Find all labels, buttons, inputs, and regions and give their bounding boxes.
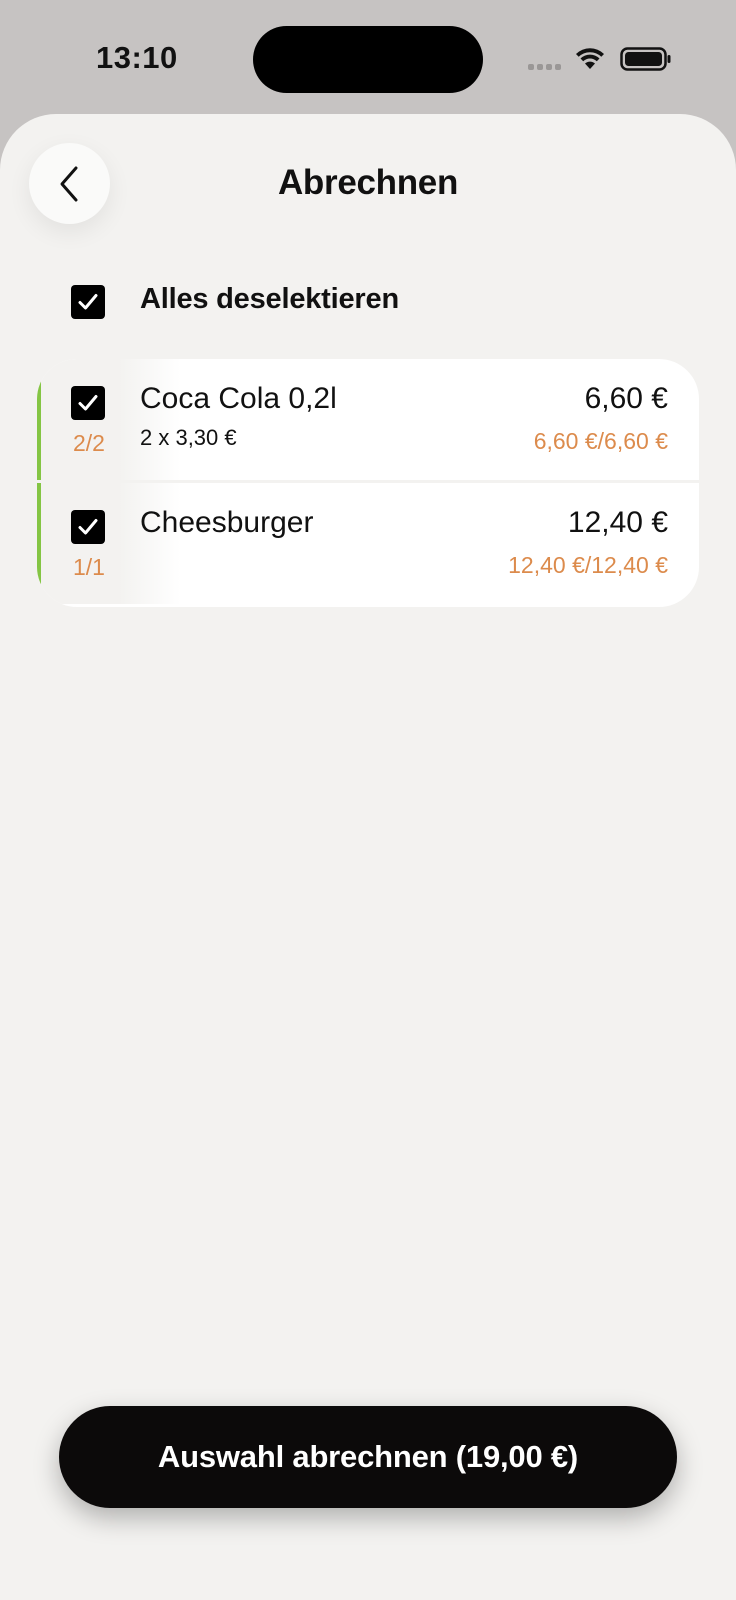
- checkmark-icon: [78, 395, 98, 411]
- select-all-label[interactable]: Alles deselektieren: [140, 283, 399, 316]
- item-quantity: 1/1: [73, 554, 105, 580]
- order-items-list: 2/2 Coca Cola 0,2l 2 x 3,30 € 6,60 € 6,6…: [37, 359, 699, 607]
- item-price: 12,40 €: [567, 506, 668, 539]
- item-paid-amount: 12,40 €/12,40 €: [508, 552, 668, 578]
- item-quantity: 2/2: [73, 430, 105, 456]
- page-title: Abrechnen: [277, 163, 459, 202]
- checkout-selection-button[interactable]: Auswahl abrechnen (19,00 €): [59, 1406, 677, 1508]
- row-highlight: [41, 483, 181, 604]
- status-time: 13:10: [96, 40, 178, 75]
- list-item[interactable]: 1/1 Cheesburger 12,40 € 12,40 €/12,40 €: [37, 483, 699, 604]
- selected-accent-bar: [37, 359, 41, 480]
- battery-icon: [620, 47, 672, 76]
- checkout-sheet: [0, 114, 736, 1600]
- app-screen: 13:10 Abrechnen Alles deselektieren 2/2 …: [0, 0, 736, 1600]
- list-item[interactable]: 2/2 Coca Cola 0,2l 2 x 3,30 € 6,60 € 6,6…: [37, 359, 699, 483]
- wifi-icon: [574, 44, 606, 75]
- checkmark-icon: [78, 519, 98, 535]
- item-checkbox[interactable]: [71, 386, 105, 420]
- item-price: 6,60 €: [584, 382, 668, 415]
- item-name: Coca Cola 0,2l: [140, 382, 337, 415]
- item-checkbox[interactable]: [71, 510, 105, 544]
- item-unit-detail: 2 x 3,30 €: [140, 425, 237, 450]
- dynamic-island: [253, 26, 483, 93]
- item-paid-amount: 6,60 €/6,60 €: [533, 428, 668, 454]
- item-name: Cheesburger: [140, 506, 314, 539]
- checkmark-icon: [78, 294, 98, 310]
- cellular-signal-icon: [528, 64, 561, 70]
- select-all-checkbox[interactable]: [71, 285, 105, 319]
- row-highlight: [41, 359, 181, 480]
- selected-accent-bar: [37, 483, 41, 604]
